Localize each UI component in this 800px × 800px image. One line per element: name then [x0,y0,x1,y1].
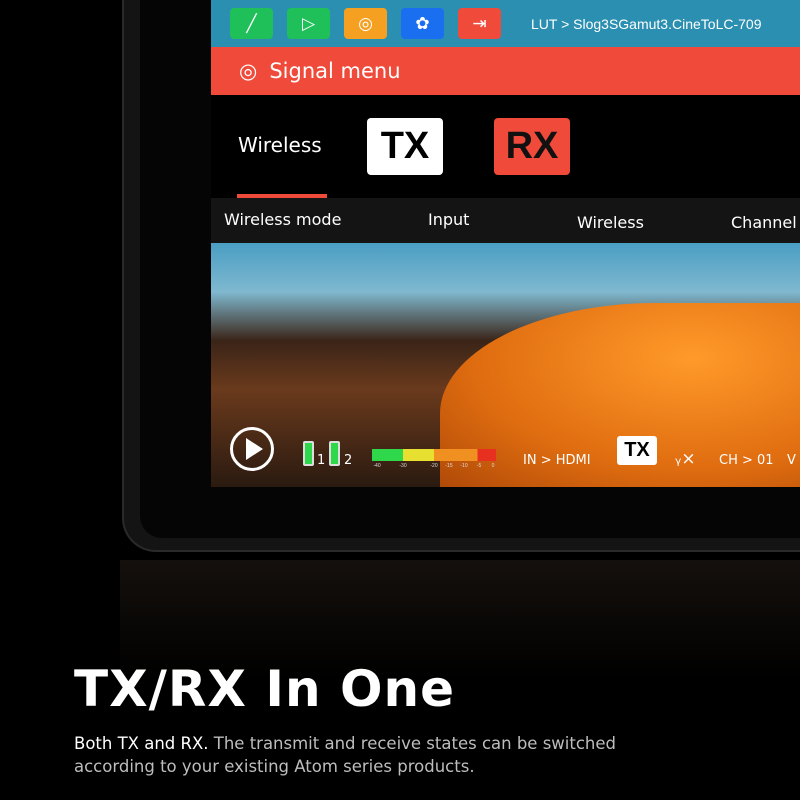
tx-button[interactable]: TX [367,118,443,175]
top-toolbar: ╱ ▷ ◎ ✿ ⇥ LUT > Slog3SGamut3.CineToLC-70… [211,0,800,47]
lut-label: LUT > Slog3SGamut3.CineToLC-709 [531,15,762,32]
meter-tick: -5 [476,463,482,469]
input-icon[interactable]: ⇥ [458,8,501,39]
video-preview: 1 2 -40 -30 -20 -15 -10 -5 0 IN > HDMI T… [211,243,800,487]
battery-icon [329,441,340,466]
subtab-wireless-mode[interactable]: Wireless mode [224,210,341,229]
rx-button[interactable]: RX [494,118,570,175]
sub-tabs: Wireless mode Input Wireless Channel [211,198,800,243]
battery-label: 1 [317,453,326,468]
input-label: IN > HDMI [523,453,591,468]
video-camera-icon[interactable]: ▷ [287,8,330,39]
palette-icon[interactable]: ✿ [401,8,444,39]
subtab-channel[interactable]: Channel [731,213,797,232]
audio-meter [372,449,496,461]
mode-tabs: Wireless TX RX [211,95,800,198]
meter-tick: 0 [491,463,495,469]
focus-icon: ◎ [239,59,258,83]
antenna-icon: ᵧ× [675,449,696,469]
extra-label: V [787,453,796,468]
meter-tick: -40 [373,463,381,469]
menu-header: ◎ Signal menu [211,47,800,95]
marketing-description: Both TX and RX. The transmit and receive… [74,732,694,778]
subtab-wireless[interactable]: Wireless [577,213,644,232]
tab-wireless[interactable]: Wireless [238,133,322,157]
meter-tick: -30 [399,463,407,469]
monitor-screen: ╱ ▷ ◎ ✿ ⇥ LUT > Slog3SGamut3.CineToLC-70… [211,0,800,487]
meter-tick: -10 [460,463,468,469]
play-button[interactable] [230,427,274,471]
battery-label: 2 [344,453,353,468]
subtab-input[interactable]: Input [428,210,469,229]
description-lead: Both TX and RX. [74,734,209,753]
chart-icon[interactable]: ╱ [230,8,273,39]
menu-title: Signal menu [269,59,401,83]
status-bar: 1 2 -40 -30 -20 -15 -10 -5 0 IN > HDMI T… [211,423,800,473]
meter-tick: -20 [430,463,438,469]
meter-tick: -15 [445,463,453,469]
focus-icon[interactable]: ◎ [344,8,387,39]
marketing-title: TX/RX In One [74,660,455,718]
channel-label: CH > 01 [719,453,774,468]
mode-badge: TX [617,436,657,465]
battery-icon [303,441,314,466]
